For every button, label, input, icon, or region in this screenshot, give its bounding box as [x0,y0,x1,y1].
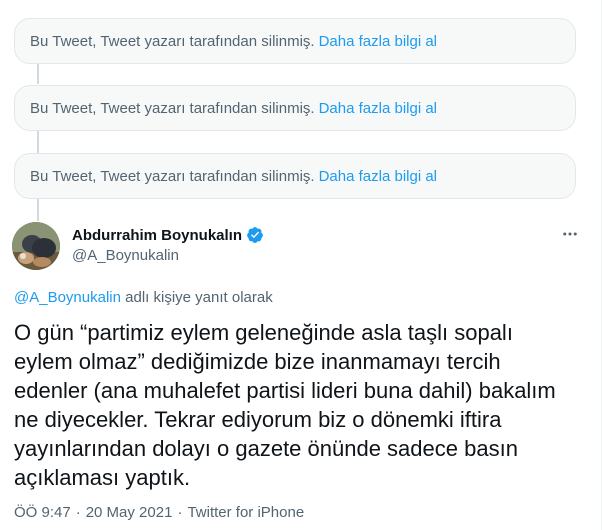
meta-separator: · [75,504,81,521]
learn-more-link[interactable]: Daha fazla bilgi al [319,33,437,50]
author-name[interactable]: Abdurrahim Boynukalın [72,226,264,244]
more-options-button[interactable] [558,222,582,246]
verified-badge-icon [247,227,263,243]
tweet-source[interactable]: Twitter for iPhone [187,504,304,521]
thread-line [37,131,39,153]
meta-separator: · [177,504,183,521]
deleted-tweet-text: Bu Tweet, Tweet yazarı tarafından silinm… [30,99,315,117]
more-horizontal-icon [563,232,577,236]
deleted-tweet-notice: Bu Tweet, Tweet yazarı tarafından silinm… [14,85,576,131]
avatar[interactable] [12,222,60,270]
tweet-text: O gün “partimiz eylem geleneğinde asla t… [14,320,556,490]
learn-more-link[interactable]: Daha fazla bilgi al [319,100,437,117]
author-handle[interactable]: @A_Boynukalin [72,247,179,264]
avatar-photo [12,222,60,270]
thread-line [37,64,39,84]
thread-line [37,199,39,221]
deleted-tweet-text: Bu Tweet, Tweet yazarı tarafından silinm… [30,32,315,50]
learn-more-link[interactable]: Daha fazla bilgi al [319,168,437,185]
deleted-tweet-notice: Bu Tweet, Tweet yazarı tarafından silinm… [14,153,576,199]
tweet-date[interactable]: 20 May 2021 [86,504,173,521]
deleted-tweet-text: Bu Tweet, Tweet yazarı tarafından silinm… [30,167,315,185]
author-name-text: Abdurrahim Boynukalın [72,226,243,244]
deleted-tweet-notice: Bu Tweet, Tweet yazarı tarafından silinm… [14,18,576,64]
tweet-meta: ÖÖ 9:47 · 20 May 2021 · Twitter for iPhone [14,504,304,521]
reply-suffix: adlı kişiye yanıt olarak [125,289,273,306]
tweet-time[interactable]: ÖÖ 9:47 [14,504,71,521]
replying-to: @A_Boynukalin adlı kişiye yanıt olarak [14,289,273,306]
reply-mention-link[interactable]: @A_Boynukalin [14,289,121,306]
